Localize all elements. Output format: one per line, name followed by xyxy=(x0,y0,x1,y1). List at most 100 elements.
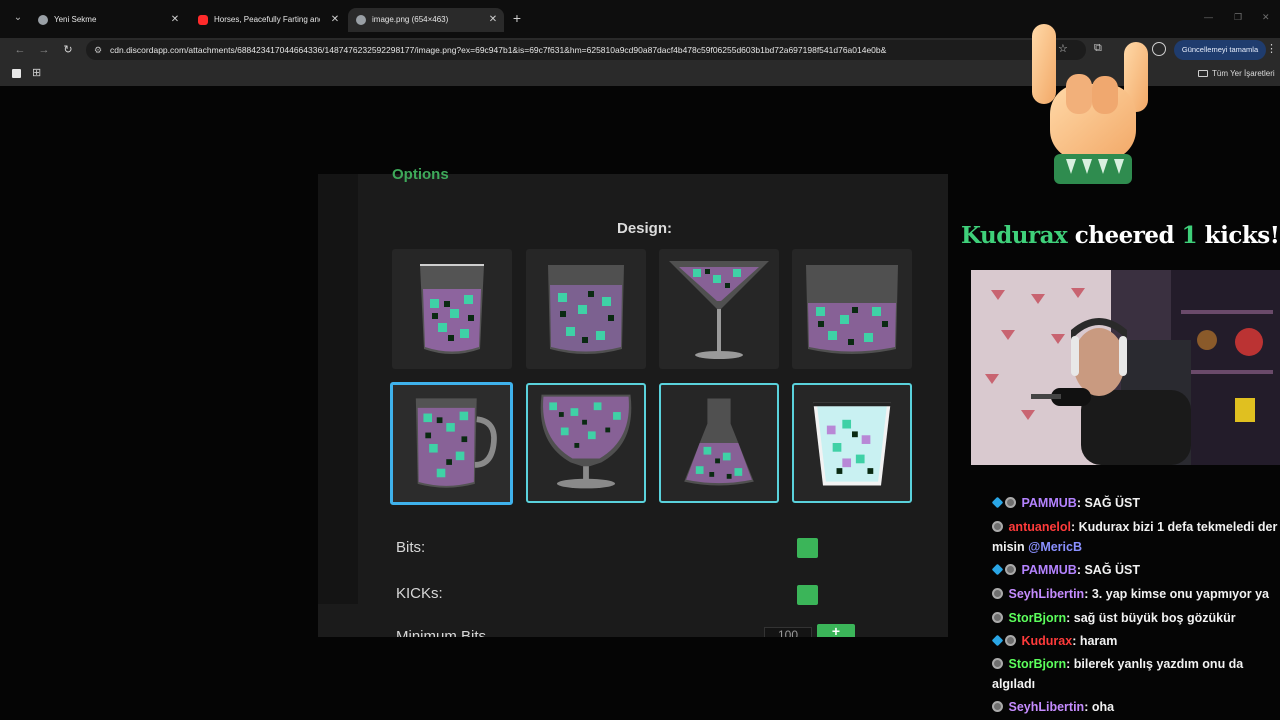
kick-badge-icon xyxy=(1005,635,1016,646)
chat-text: : sağ üst büyük boş gözükür xyxy=(1066,611,1236,625)
chat-username[interactable]: StorBjorn xyxy=(1008,611,1066,625)
update-button[interactable]: Güncellemeyi tamamla xyxy=(1174,40,1266,60)
chat-panel: PAMMUB: SAĞ ÜST antuanelol: Kudurax bizi… xyxy=(992,470,1280,720)
kick-badge-icon xyxy=(992,658,1003,669)
new-tab-icon[interactable]: + xyxy=(510,11,524,25)
wide-glass-icon xyxy=(548,265,624,354)
kick-badge-icon xyxy=(992,588,1003,599)
kick-badge-icon xyxy=(992,521,1003,532)
design-card-tumbler[interactable] xyxy=(392,249,512,369)
design-card-paper-cup[interactable] xyxy=(792,383,912,503)
chat-username[interactable]: SeyhLibertin xyxy=(1008,587,1084,601)
subscriber-badge-icon xyxy=(992,496,1004,509)
bits-checkbox[interactable] xyxy=(797,538,818,558)
chat-username[interactable]: antuanelol xyxy=(1008,520,1071,534)
chat-text: : oha xyxy=(1084,700,1115,714)
subscriber-badge-icon xyxy=(992,634,1004,647)
site-info-icon[interactable]: ⚙ xyxy=(94,44,106,56)
close-tab-icon[interactable]: ✕ xyxy=(328,8,342,32)
webcam-feed xyxy=(971,270,1280,465)
martini-glass-icon xyxy=(669,261,769,359)
chat-message: PAMMUB: SAĞ ÜST xyxy=(992,560,1278,580)
design-label: Design: xyxy=(617,220,673,237)
youtube-favicon-icon xyxy=(198,15,208,25)
tab-image[interactable]: image.png (654×463) ✕ xyxy=(348,8,504,32)
chat-message: antuanelol: Kudurax bizi 1 defa tekmeled… xyxy=(992,517,1278,557)
reload-icon[interactable]: ↻ xyxy=(60,42,76,58)
tab-label: Horses, Peacefully Farting and xyxy=(214,15,320,24)
bits-label: Bits: xyxy=(396,539,426,556)
rock-hand-emoji-icon xyxy=(1032,24,1148,184)
close-tab-icon[interactable]: ✕ xyxy=(486,8,500,32)
design-card-martini[interactable] xyxy=(659,249,779,369)
bookmark-page-icon[interactable] xyxy=(12,69,21,78)
kick-badge-icon xyxy=(992,701,1003,712)
chat-text: : haram xyxy=(1072,634,1118,648)
all-bookmarks-folder[interactable]: Tüm Yer İşaretleri xyxy=(1198,62,1275,86)
chat-mention[interactable]: @MericB xyxy=(1028,540,1082,554)
chat-message: StorBjorn: sağ üst büyük boş gözükür xyxy=(992,608,1278,628)
cheer-user: Kudurax xyxy=(961,222,1068,249)
kick-badge-icon xyxy=(1005,497,1016,508)
kicks-label: KICKs: xyxy=(396,585,443,602)
cheer-word-kicks: kicks! xyxy=(1204,222,1280,249)
chat-text: : 3. yap kimse onu yapmıyor ya xyxy=(1084,587,1269,601)
apps-icon[interactable]: ⊞ xyxy=(32,66,41,79)
chat-username[interactable]: StorBjorn xyxy=(1008,657,1066,671)
viewer-bottom-edge xyxy=(318,637,948,657)
kicks-checkbox[interactable] xyxy=(797,585,818,605)
beer-mug-icon xyxy=(415,398,497,488)
chat-text: : SAĞ ÜST xyxy=(1076,563,1141,577)
chrome-favicon-icon xyxy=(38,15,48,25)
back-icon[interactable]: ← xyxy=(12,42,28,58)
flask-icon xyxy=(684,398,754,486)
kick-badge-icon xyxy=(1005,564,1016,575)
tab-label: Yeni Sekme xyxy=(54,15,97,24)
chat-message: SeyhLibertin: oha xyxy=(992,697,1278,717)
chat-message: SeyhLibertin: 3. yap kimse onu yapmıyor … xyxy=(992,584,1278,604)
snifter-glass-icon xyxy=(540,394,632,489)
chat-message: Kudurax: haram xyxy=(992,631,1278,651)
cheer-word: cheered xyxy=(1074,222,1175,249)
cheer-alert: Kudurax cheered 1 kicks! xyxy=(961,222,1280,249)
design-card-beer-mug[interactable] xyxy=(390,382,513,505)
cheer-count: 1 xyxy=(1181,222,1198,249)
tumbler-glass-icon xyxy=(420,264,484,354)
tab-new-tab[interactable]: Yeni Sekme ✕ xyxy=(30,8,186,32)
close-window-icon[interactable]: ✕ xyxy=(1262,12,1270,23)
tab-search-icon[interactable]: ⌄ xyxy=(11,11,25,25)
maximize-icon[interactable]: ❐ xyxy=(1234,12,1242,23)
paper-cup-icon xyxy=(813,402,891,486)
design-card-large-jar[interactable] xyxy=(792,249,912,369)
subscriber-badge-icon xyxy=(992,563,1004,576)
chat-username[interactable]: PAMMUB xyxy=(1021,496,1076,510)
viewer-side-strip xyxy=(318,174,358,604)
forward-icon[interactable]: → xyxy=(36,42,52,58)
folder-icon xyxy=(1198,70,1208,77)
minimum-bits-label: Minimum Bits xyxy=(396,628,487,637)
globe-favicon-icon xyxy=(356,15,366,25)
minimum-bits-input[interactable]: 100 xyxy=(764,627,812,637)
options-title: Options xyxy=(392,166,449,183)
chat-message: StorBjorn: bilerek yanlış yazdım onu da … xyxy=(992,654,1278,694)
close-tab-icon[interactable]: ✕ xyxy=(168,8,182,32)
design-card-flask[interactable] xyxy=(659,383,779,503)
kick-badge-icon xyxy=(992,612,1003,623)
tab-youtube[interactable]: Horses, Peacefully Farting and ✕ xyxy=(190,8,346,32)
menu-icon[interactable]: ⋮ xyxy=(1266,42,1277,55)
all-bookmarks-label: Tüm Yer İşaretleri xyxy=(1212,69,1275,78)
chat-username[interactable]: PAMMUB xyxy=(1021,563,1076,577)
minimize-icon[interactable]: — xyxy=(1204,12,1213,22)
tab-label: image.png (654×463) xyxy=(372,15,449,24)
design-card-wide-glass[interactable] xyxy=(526,249,646,369)
chat-username[interactable]: SeyhLibertin xyxy=(1008,700,1084,714)
chat-username[interactable]: Kudurax xyxy=(1021,634,1072,648)
design-card-snifter[interactable] xyxy=(526,383,646,503)
streamer-webcam-image xyxy=(971,270,1280,465)
large-jar-icon xyxy=(806,265,898,354)
chat-message: PAMMUB: SAĞ ÜST xyxy=(992,493,1278,513)
increment-button[interactable]: + xyxy=(817,624,855,637)
chat-text: : SAĞ ÜST xyxy=(1076,496,1141,510)
address-bar[interactable]: ⚙ cdn.discordapp.com/attachments/6884234… xyxy=(86,40,1086,60)
url-text[interactable]: cdn.discordapp.com/attachments/688423417… xyxy=(110,40,990,60)
